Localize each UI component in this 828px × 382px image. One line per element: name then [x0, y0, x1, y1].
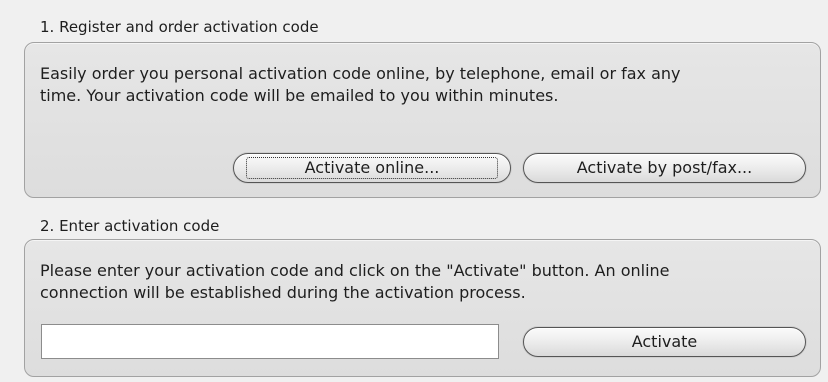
activate-button[interactable]: Activate — [523, 327, 806, 357]
activation-panel: 1. Register and order activation code Ea… — [0, 0, 828, 382]
activate-by-post-fax-label: Activate by post/fax... — [576, 158, 753, 177]
activation-code-input[interactable] — [41, 324, 499, 359]
register-description: Easily order you personal activation cod… — [40, 64, 681, 105]
activate-online-button[interactable]: Activate online... — [233, 153, 511, 183]
register-section-title: 1. Register and order activation code — [40, 18, 319, 36]
enter-code-section-title: 2. Enter activation code — [40, 217, 220, 235]
activate-label: Activate — [631, 332, 698, 351]
register-group-box: Easily order you personal activation cod… — [24, 42, 821, 198]
activate-by-post-fax-button[interactable]: Activate by post/fax... — [523, 153, 806, 183]
enter-code-description: Please enter your activation code and cl… — [40, 261, 670, 302]
enter-code-group-box: Please enter your activation code and cl… — [24, 239, 821, 377]
activate-online-label: Activate online... — [304, 158, 440, 177]
